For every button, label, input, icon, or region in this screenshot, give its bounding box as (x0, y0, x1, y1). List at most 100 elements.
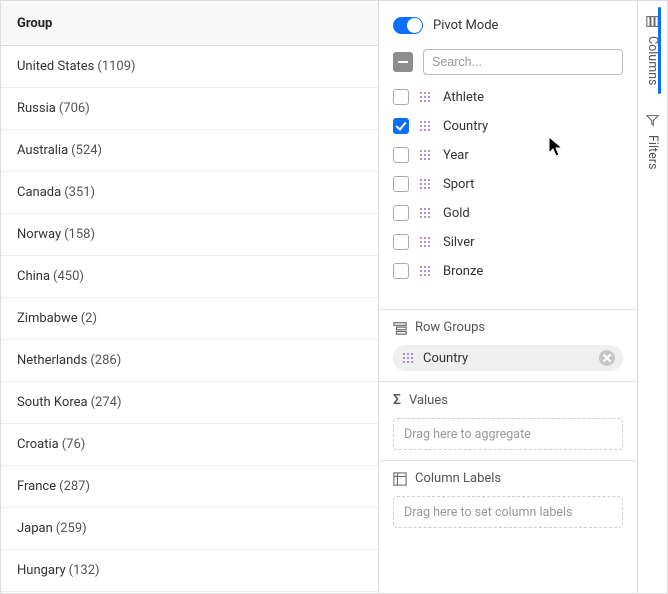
group-row[interactable]: Hungary(132) (1, 550, 378, 592)
group-name: Hungary (17, 563, 66, 578)
column-labels-drop-zone[interactable]: Drag here to set column labels (393, 496, 623, 528)
group-name: China (17, 269, 50, 284)
group-row[interactable]: Japan(259) (1, 508, 378, 550)
column-item-sport[interactable]: Sport (393, 174, 623, 194)
side-tab-columns[interactable]: Columns (645, 1, 660, 100)
values-drop-zone[interactable]: Drag here to aggregate (393, 418, 623, 450)
side-tab-label: Filters (645, 135, 660, 169)
group-name: United States (17, 59, 94, 74)
pivot-icon (393, 472, 407, 486)
group-row[interactable]: Canada(351) (1, 172, 378, 214)
group-name: Netherlands (17, 353, 87, 368)
side-tab-filters[interactable]: Filters (645, 100, 660, 183)
group-name: Croatia (17, 437, 59, 452)
column-checkbox[interactable] (393, 205, 409, 221)
column-labels-section: Column Labels Drag here to set column la… (379, 460, 637, 538)
group-count: (259) (56, 521, 87, 536)
collapse-all-button[interactable] (393, 52, 413, 72)
column-checkbox[interactable] (393, 89, 409, 105)
drag-handle-icon[interactable] (420, 206, 432, 220)
column-item-country[interactable]: Country (393, 116, 623, 136)
column-item-athlete[interactable]: Athlete (393, 87, 623, 107)
column-labels-placeholder: Drag here to set column labels (404, 505, 573, 520)
group-row[interactable]: Russia(706) (1, 88, 378, 130)
column-checkbox[interactable] (393, 118, 409, 134)
group-count: (158) (64, 227, 95, 242)
group-name: South Korea (17, 395, 88, 410)
group-count: (287) (59, 479, 90, 494)
group-name: Zimbabwe (17, 311, 78, 326)
group-row[interactable]: France(287) (1, 466, 378, 508)
columns-icon (646, 15, 659, 28)
group-count: (286) (90, 353, 121, 368)
column-search-row (379, 49, 637, 85)
group-count: (351) (64, 185, 95, 200)
group-row[interactable]: Netherlands(286) (1, 340, 378, 382)
row-group-chip-country[interactable]: Country (393, 345, 623, 371)
drag-handle-icon[interactable] (420, 177, 432, 191)
group-row[interactable]: South Korea(274) (1, 382, 378, 424)
column-search-input[interactable] (423, 49, 623, 75)
group-name: Australia (17, 143, 68, 158)
drag-handle-icon[interactable] (420, 148, 432, 162)
drag-handle-icon[interactable] (420, 90, 432, 104)
group-count: (706) (59, 101, 90, 116)
column-label: Sport (443, 177, 474, 192)
group-name: Canada (17, 185, 61, 200)
pivot-mode-label: Pivot Mode (433, 18, 498, 33)
side-tabs: Columns Filters (637, 1, 667, 593)
column-item-bronze[interactable]: Bronze (393, 261, 623, 281)
column-label: Country (443, 119, 488, 134)
values-section: Σ Values Drag here to aggregate (379, 381, 637, 460)
column-checkbox[interactable] (393, 263, 409, 279)
column-header-label: Group (17, 16, 52, 31)
values-header: Σ Values (393, 392, 623, 408)
group-name: France (17, 479, 56, 494)
column-checkbox[interactable] (393, 234, 409, 250)
column-labels-header: Column Labels (393, 471, 623, 486)
chip-label: Country (423, 351, 591, 366)
row-groups-icon (393, 321, 407, 335)
grid-panel: Group United States(1109) Russia(706) Au… (1, 1, 379, 593)
column-labels-title: Column Labels (415, 471, 501, 486)
column-item-gold[interactable]: Gold (393, 203, 623, 223)
column-item-year[interactable]: Year (393, 145, 623, 165)
column-checkbox[interactable] (393, 176, 409, 192)
filter-icon (646, 114, 659, 127)
pivot-mode-toggle[interactable] (393, 17, 423, 34)
column-label: Year (443, 148, 469, 163)
group-row[interactable]: China(450) (1, 256, 378, 298)
group-name: Japan (17, 521, 53, 536)
group-row[interactable]: Norway(158) (1, 214, 378, 256)
drag-handle-icon[interactable] (420, 235, 432, 249)
group-name: Russia (17, 101, 56, 116)
group-count: (132) (69, 563, 100, 578)
values-placeholder: Drag here to aggregate (404, 427, 531, 442)
group-row[interactable]: United States(1109) (1, 46, 378, 88)
drag-handle-icon[interactable] (420, 264, 432, 278)
group-count: (450) (53, 269, 84, 284)
column-label: Gold (443, 206, 470, 221)
column-label: Bronze (443, 264, 483, 279)
group-row[interactable]: Zimbabwe(2) (1, 298, 378, 340)
remove-chip-icon[interactable] (599, 350, 615, 366)
column-item-silver[interactable]: Silver (393, 232, 623, 252)
group-row[interactable]: Croatia(76) (1, 424, 378, 466)
side-tab-label: Columns (645, 36, 660, 86)
columns-list: Athlete Country Year Sport Gold (379, 85, 637, 291)
group-row[interactable]: Australia(524) (1, 130, 378, 172)
columns-tool-panel: Pivot Mode Athlete Country Year (379, 1, 637, 593)
group-count: (524) (71, 143, 102, 158)
row-groups-header: Row Groups (393, 320, 623, 335)
column-checkbox[interactable] (393, 147, 409, 163)
drag-handle-icon[interactable] (420, 119, 432, 133)
group-count: (76) (62, 437, 86, 452)
sigma-icon: Σ (393, 392, 401, 408)
column-label: Silver (443, 235, 475, 250)
group-count: (2) (81, 311, 97, 326)
drag-handle-icon[interactable] (403, 351, 415, 365)
column-header-group[interactable]: Group (1, 1, 378, 46)
column-label: Athlete (443, 90, 484, 105)
grid-scroll-viewport[interactable]: United States(1109) Russia(706) Australi… (1, 46, 378, 593)
group-count: (274) (91, 395, 122, 410)
